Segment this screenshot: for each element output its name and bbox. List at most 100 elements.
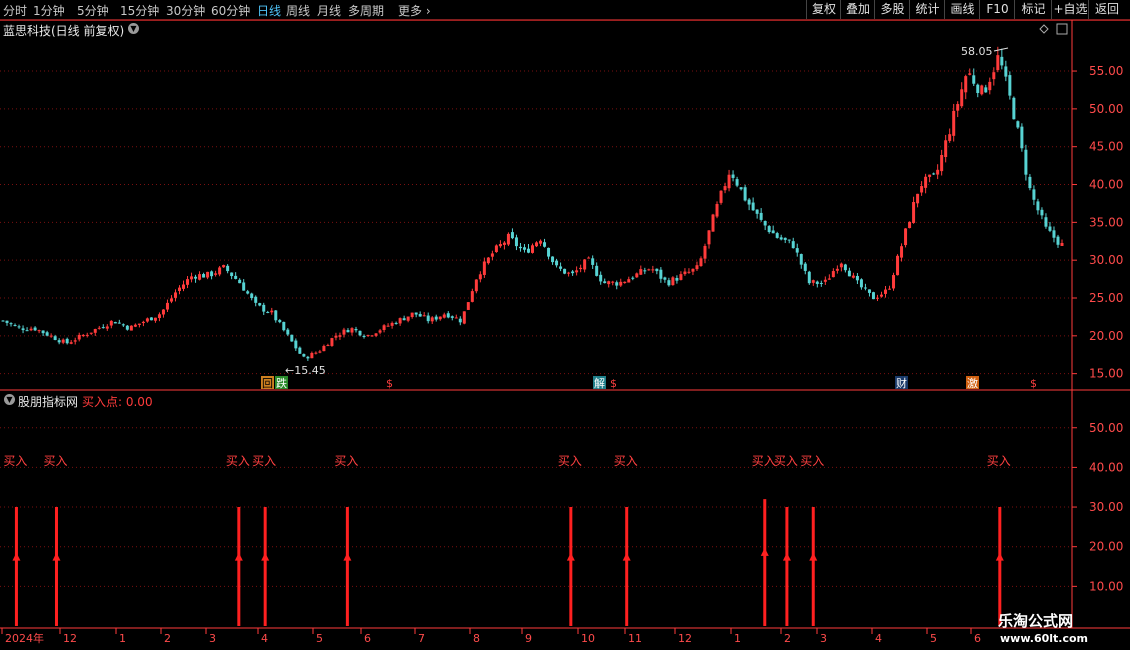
candle-body [482,261,486,275]
candle-body [627,279,631,283]
candle-body [835,268,839,271]
y-tick-label: 40.00 [1089,178,1123,192]
candle-body [234,275,238,279]
chart-canvas[interactable]: 55.00 50.00 45.00 40.00 35.00 30.00 25.00 20.00… [0,0,1130,650]
candle-body [575,270,579,273]
candle-body [418,314,422,317]
y-tick-label: 20.00 [1089,329,1123,343]
candle-body [17,326,21,328]
indicator-title: 股朋指标网 [18,395,79,409]
x-tick-label: 2 [164,632,171,645]
candle-body [157,314,161,319]
x-tick-label: 12 [678,632,692,645]
candle-body [932,173,936,175]
candle-body [1044,217,1048,227]
candle-body [547,247,551,257]
candle-body [599,274,603,282]
y-tick-label: 10.00 [1089,579,1123,593]
candle-body [819,282,823,284]
y-tick-label: 35.00 [1089,215,1123,229]
candle-body [222,265,226,268]
candle-body [1004,66,1008,77]
candle-body [105,326,109,329]
chevron-down-icon[interactable]: ▼ [4,394,15,405]
x-tick-label: 3 [209,632,216,645]
x-tick-label: 1 [734,632,741,645]
signal-arrow [809,552,818,561]
candle-body [811,280,815,283]
candle-body [117,322,121,324]
candle-body [579,267,583,270]
candle-body [956,104,960,111]
candle-body [791,241,795,249]
candle-body [651,269,655,271]
candle-body [655,268,659,272]
candle-body [823,279,827,282]
candle-body [1048,226,1052,231]
candle-body [194,276,198,279]
candle-body [807,271,811,284]
candle-body [767,226,771,233]
candle-body [659,269,663,279]
y-tick-label: 30.00 [1089,253,1123,267]
candle-body [434,316,438,320]
candle-body [442,314,446,318]
candle-body [851,275,855,278]
candle-body [571,271,575,274]
candle-body [318,351,322,353]
candle-body [595,265,599,276]
candle-body [406,316,410,321]
candle-body [133,324,137,327]
candle-body [350,328,354,333]
candle-body [302,354,306,357]
candle-body [506,233,510,245]
candle-body [839,263,843,268]
candle-body [474,279,478,292]
x-tick-label: 2024年 [5,631,44,645]
candle-body [559,266,563,269]
candle-body [518,246,522,249]
candle-body [1028,176,1032,189]
candle-body [847,270,851,277]
candle-body [145,318,149,322]
event-marker: 财 [896,376,907,390]
candle-body [591,258,595,265]
candle-body [695,265,699,270]
candle-body [747,199,751,205]
candle-body [129,325,133,331]
candle-body [502,242,506,245]
candle-body [37,330,41,332]
candle-body [378,330,382,333]
signal-arrow [52,552,61,561]
candle-body [1008,75,1012,96]
buy-signal-label: 买入 [752,454,776,468]
buy-signal-label: 买入 [558,454,582,468]
candle-body [53,336,57,340]
signal-arrow [760,547,769,556]
candle-body [510,232,514,239]
event-marker: $ [610,377,617,390]
x-tick-label: 5 [930,632,937,645]
candle-body [879,294,883,297]
x-tick-label: 2 [784,632,791,645]
candle-body [803,263,807,271]
candle-body [370,335,374,337]
candle-body [539,240,543,244]
candle-body [522,247,526,250]
candle-body [1020,126,1024,149]
candle-body [486,257,490,264]
candle-body [346,330,350,333]
candle-body [715,204,719,217]
candle-body [182,284,186,289]
candle-body [57,340,61,343]
candle-body [382,325,386,330]
candle-body [896,255,900,276]
candle-body [751,202,755,211]
signal-arrow [782,552,791,561]
signal-arrow [566,552,575,561]
candle-body [498,244,502,247]
high-price-arrow [993,47,1009,52]
candle-body [294,340,298,349]
candle-body [855,275,859,281]
buy-signal-label: 买入 [774,454,798,468]
